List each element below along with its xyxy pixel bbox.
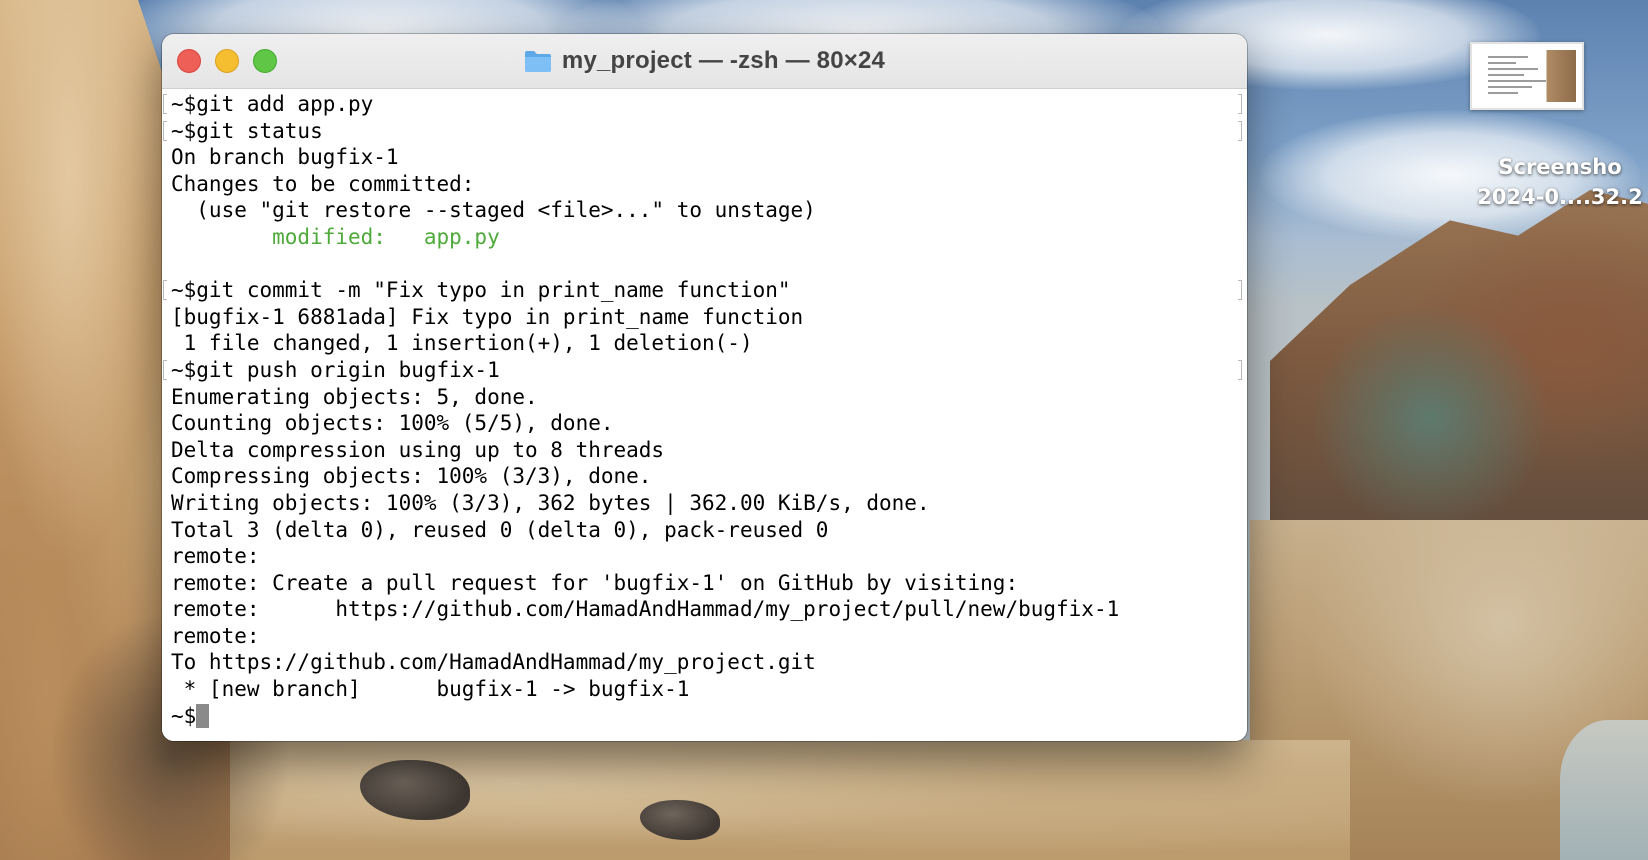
terminal-output-line: remote: https://github.com/HamadAndHamma…: [171, 596, 1231, 623]
terminal-command-line: ~$git status: [163, 118, 1242, 145]
terminal-line-text: ~$git commit -m "Fix typo in print_name …: [171, 278, 791, 303]
terminal-line-text: remote:: [171, 544, 260, 569]
mountain: [1270, 190, 1648, 570]
title-bar[interactable]: my_project — -zsh — 80×24: [162, 34, 1247, 89]
terminal-line-text: remote: https://github.com/HamadAndHamma…: [171, 597, 1120, 622]
water: [1560, 720, 1648, 860]
thumbnail-line: [1488, 56, 1528, 58]
terminal-line-text: ~$git push origin bugfix-1: [171, 357, 500, 382]
window-title: my_project — -zsh — 80×24: [561, 47, 886, 74]
command-mark-icon: [1238, 120, 1242, 141]
terminal-output-line: modified: app.py: [171, 224, 1231, 251]
terminal-output-line: Counting objects: 100% (5/5), done.: [171, 410, 1231, 437]
terminal-output-line: Total 3 (delta 0), reused 0 (delta 0), p…: [171, 517, 1231, 544]
thumbnail-line: [1488, 92, 1518, 94]
terminal-line-text: Counting objects: 100% (5/5), done.: [171, 411, 614, 436]
terminal-output-line: [bugfix-1 6881ada] Fix typo in print_nam…: [171, 304, 1231, 331]
terminal-line-text: Compressing objects: 100% (3/3), done.: [171, 464, 652, 489]
terminal-prompt: ~$: [171, 703, 197, 728]
file-name-label[interactable]: Screensho 2024-0....32.2: [1450, 152, 1648, 212]
terminal-output-line: * [new branch] bugfix-1 -> bugfix-1: [171, 676, 1231, 703]
thumbnail-line: [1488, 62, 1516, 64]
thumbnail-preview: [1478, 50, 1576, 102]
window-title-group: my_project — -zsh — 80×24: [162, 34, 1247, 88]
terminal-output-line: remote:: [171, 543, 1231, 570]
terminal-prompt-line[interactable]: ~$: [171, 703, 1231, 730]
terminal-line-text: ~$git add app.py: [171, 92, 374, 116]
terminal-cursor: [196, 703, 210, 728]
command-mark-icon: [1238, 359, 1242, 380]
command-mark-icon: [1238, 94, 1242, 114]
terminal-line-text: Total 3 (delta 0), reused 0 (delta 0), p…: [171, 517, 829, 542]
terminal-line-text: (use "git restore --staged <file>..." to…: [171, 198, 816, 223]
thumbnail-line: [1488, 80, 1546, 82]
terminal-output-line: Changes to be committed:: [171, 171, 1231, 198]
folder-icon: [524, 49, 552, 73]
terminal-output-line: remote: Create a pull request for 'bugfi…: [171, 570, 1231, 597]
terminal-output-line: 1 file changed, 1 insertion(+), 1 deleti…: [171, 330, 1231, 357]
terminal-line-text: modified: app.py: [171, 224, 500, 249]
terminal-output-line: Delta compression using up to 8 threads: [171, 437, 1231, 464]
command-mark-icon: [163, 120, 167, 141]
terminal-command-line: ~$git commit -m "Fix typo in print_name …: [163, 277, 1242, 304]
command-mark-icon: [1238, 280, 1242, 301]
command-mark-icon: [163, 94, 167, 114]
terminal-command-line: ~$git push origin bugfix-1: [163, 357, 1242, 384]
terminal-output-line: Writing objects: 100% (3/3), 362 bytes |…: [171, 490, 1231, 517]
terminal-output-line: Compressing objects: 100% (3/3), done.: [171, 463, 1231, 490]
terminal-line-text: Writing objects: 100% (3/3), 362 bytes |…: [171, 490, 930, 515]
file-name-line-1: Screensho: [1498, 155, 1622, 179]
thumbnail-line: [1488, 86, 1532, 88]
terminal-output-line: To https://github.com/HamadAndHammad/my_…: [171, 649, 1231, 676]
file-thumbnail[interactable]: [1470, 42, 1584, 110]
file-name-line-2: 2024-0....32.2: [1477, 185, 1643, 209]
terminal-line-text: 1 file changed, 1 insertion(+), 1 deleti…: [171, 331, 753, 356]
terminal-output-line: (use "git restore --staged <file>..." to…: [171, 197, 1231, 224]
terminal-output-line: Enumerating objects: 5, done.: [171, 384, 1231, 411]
ground: [150, 740, 1350, 860]
terminal-output[interactable]: ~$git add app.py ~$git status On branch bu…: [162, 89, 1247, 741]
terminal-output-line: On branch bugfix-1: [171, 144, 1231, 171]
terminal-line-text: To https://github.com/HamadAndHammad/my_…: [171, 650, 816, 675]
terminal-line-text: [bugfix-1 6881ada] Fix typo in print_nam…: [171, 304, 804, 329]
terminal-line-text: Changes to be committed:: [171, 171, 475, 196]
terminal-line-text: Enumerating objects: 5, done.: [171, 384, 538, 409]
terminal-output-line: remote:: [171, 623, 1231, 650]
terminal-command-line: ~$git add app.py: [163, 91, 1242, 118]
terminal-line-text: Delta compression using up to 8 threads: [171, 437, 665, 462]
terminal-line-text: * [new branch] bugfix-1 -> bugfix-1: [171, 677, 690, 702]
command-mark-icon: [163, 359, 167, 380]
command-mark-icon: [163, 280, 167, 301]
terminal-line-text: remote:: [171, 623, 260, 648]
terminal-line-text: ~$git status: [171, 118, 323, 143]
thumbnail-line: [1488, 68, 1538, 70]
terminal-line-text: remote: Create a pull request for 'bugfi…: [171, 570, 1019, 595]
thumbnail-line: [1488, 74, 1524, 76]
terminal-line-text: On branch bugfix-1: [171, 145, 399, 170]
terminal-lines: ~$git add app.py ~$git status On branch bu…: [163, 91, 1242, 730]
terminal-window[interactable]: my_project — -zsh — 80×24 ~$git add app.…: [162, 34, 1247, 741]
